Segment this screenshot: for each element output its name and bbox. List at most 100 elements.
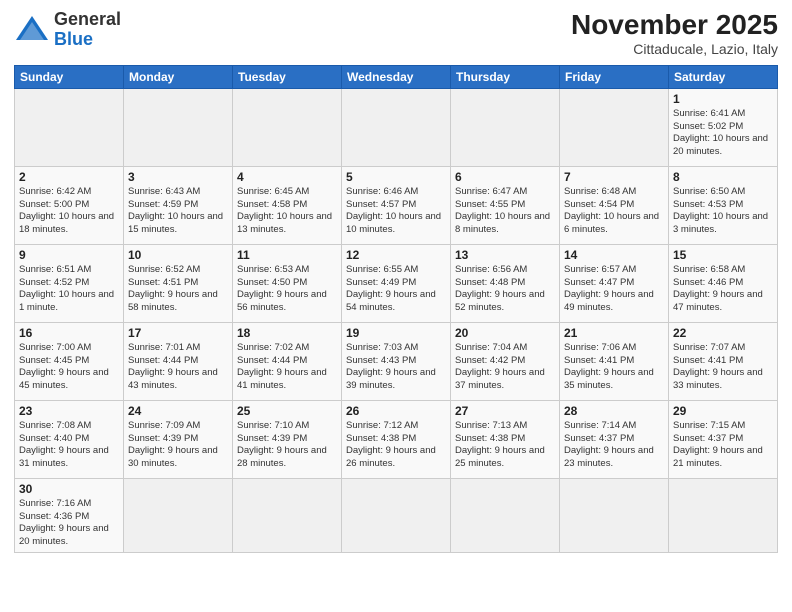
day-info: Sunrise: 7:10 AM Sunset: 4:39 PM Dayligh… xyxy=(237,420,337,471)
calendar-day-cell: 15 Sunrise: 6:58 AM Sunset: 4:46 PM Dayli… xyxy=(669,244,778,322)
calendar-day-cell: 26Sunrise: 7:12 AM Sunset: 4:38 PM Dayli… xyxy=(342,400,451,478)
weekday-header: Saturday xyxy=(669,65,778,88)
calendar-day-cell: 2 Sunrise: 6:42 AM Sunset: 5:00 PM Daylig… xyxy=(15,166,124,244)
calendar-day-cell xyxy=(669,478,778,552)
day-number: 12 xyxy=(346,248,446,262)
logo-icon xyxy=(14,12,50,48)
day-number: 18 xyxy=(237,326,337,340)
day-number: 22 xyxy=(673,326,773,340)
calendar-week-row: 2 Sunrise: 6:42 AM Sunset: 5:00 PM Daylig… xyxy=(15,166,778,244)
weekday-header: Monday xyxy=(124,65,233,88)
calendar-day-cell xyxy=(451,478,560,552)
day-number: 26 xyxy=(346,404,446,418)
day-info: Sunrise: 6:50 AM Sunset: 4:53 PM Dayligh… xyxy=(673,186,773,237)
calendar-day-cell: 16 Sunrise: 7:00 AM Sunset: 4:45 PM Dayli… xyxy=(15,322,124,400)
day-info: Sunrise: 7:13 AM Sunset: 4:38 PM Dayligh… xyxy=(455,420,555,471)
day-info: Sunrise: 6:57 AM Sunset: 4:47 PM Dayligh… xyxy=(564,264,664,315)
calendar-day-cell: 10 Sunrise: 6:52 AM Sunset: 4:51 PM Dayli… xyxy=(124,244,233,322)
day-info: Sunrise: 6:52 AM Sunset: 4:51 PM Dayligh… xyxy=(128,264,228,315)
page: General Blue November 2025 Cittaducale, … xyxy=(0,0,792,612)
day-info: Sunrise: 6:47 AM Sunset: 4:55 PM Dayligh… xyxy=(455,186,555,237)
day-info: Sunrise: 7:01 AM Sunset: 4:44 PM Dayligh… xyxy=(128,342,228,393)
day-info: Sunrise: 7:07 AM Sunset: 4:41 PM Dayligh… xyxy=(673,342,773,393)
calendar-day-cell: 4Sunrise: 6:45 AM Sunset: 4:58 PM Daylig… xyxy=(233,166,342,244)
logo-general: General xyxy=(54,10,121,30)
calendar-day-cell: 30Sunrise: 7:16 AM Sunset: 4:36 PM Dayli… xyxy=(15,478,124,552)
day-number: 11 xyxy=(237,248,337,262)
day-info: Sunrise: 6:58 AM Sunset: 4:46 PM Dayligh… xyxy=(673,264,773,315)
calendar-day-cell: 11 Sunrise: 6:53 AM Sunset: 4:50 PM Dayli… xyxy=(233,244,342,322)
day-info: Sunrise: 7:08 AM Sunset: 4:40 PM Dayligh… xyxy=(19,420,119,471)
calendar-week-row: 16 Sunrise: 7:00 AM Sunset: 4:45 PM Dayli… xyxy=(15,322,778,400)
day-number: 24 xyxy=(128,404,228,418)
month-title: November 2025 xyxy=(571,10,778,41)
day-info: Sunrise: 7:16 AM Sunset: 4:36 PM Dayligh… xyxy=(19,498,119,549)
logo-blue: Blue xyxy=(54,30,121,50)
calendar-day-cell: 3 Sunrise: 6:43 AM Sunset: 4:59 PM Daylig… xyxy=(124,166,233,244)
calendar-day-cell: 24Sunrise: 7:09 AM Sunset: 4:39 PM Dayli… xyxy=(124,400,233,478)
day-info: Sunrise: 6:53 AM Sunset: 4:50 PM Dayligh… xyxy=(237,264,337,315)
day-number: 7 xyxy=(564,170,664,184)
calendar-day-cell xyxy=(560,478,669,552)
calendar-day-cell: 12 Sunrise: 6:55 AM Sunset: 4:49 PM Dayli… xyxy=(342,244,451,322)
calendar-week-row: 1Sunrise: 6:41 AM Sunset: 5:02 PM Daylig… xyxy=(15,88,778,166)
day-number: 2 xyxy=(19,170,119,184)
calendar-day-cell xyxy=(233,88,342,166)
calendar-day-cell: 21 Sunrise: 7:06 AM Sunset: 4:41 PM Dayli… xyxy=(560,322,669,400)
calendar-day-cell xyxy=(124,88,233,166)
day-number: 4 xyxy=(237,170,337,184)
day-number: 21 xyxy=(564,326,664,340)
calendar-day-cell: 17 Sunrise: 7:01 AM Sunset: 4:44 PM Dayli… xyxy=(124,322,233,400)
calendar-day-cell: 6 Sunrise: 6:47 AM Sunset: 4:55 PM Daylig… xyxy=(451,166,560,244)
calendar-week-row: 23 Sunrise: 7:08 AM Sunset: 4:40 PM Dayli… xyxy=(15,400,778,478)
calendar-day-cell xyxy=(560,88,669,166)
day-number: 10 xyxy=(128,248,228,262)
calendar-day-cell: 27 Sunrise: 7:13 AM Sunset: 4:38 PM Dayli… xyxy=(451,400,560,478)
day-info: Sunrise: 6:55 AM Sunset: 4:49 PM Dayligh… xyxy=(346,264,446,315)
title-block: November 2025 Cittaducale, Lazio, Italy xyxy=(571,10,778,57)
day-number: 16 xyxy=(19,326,119,340)
calendar-day-cell: 1Sunrise: 6:41 AM Sunset: 5:02 PM Daylig… xyxy=(669,88,778,166)
day-number: 25 xyxy=(237,404,337,418)
day-number: 13 xyxy=(455,248,555,262)
calendar-day-cell xyxy=(124,478,233,552)
calendar-day-cell: 23 Sunrise: 7:08 AM Sunset: 4:40 PM Dayli… xyxy=(15,400,124,478)
day-number: 15 xyxy=(673,248,773,262)
day-info: Sunrise: 7:00 AM Sunset: 4:45 PM Dayligh… xyxy=(19,342,119,393)
calendar-day-cell xyxy=(342,478,451,552)
day-info: Sunrise: 6:42 AM Sunset: 5:00 PM Dayligh… xyxy=(19,186,119,237)
weekday-header: Friday xyxy=(560,65,669,88)
day-info: Sunrise: 6:48 AM Sunset: 4:54 PM Dayligh… xyxy=(564,186,664,237)
day-info: Sunrise: 6:43 AM Sunset: 4:59 PM Dayligh… xyxy=(128,186,228,237)
day-info: Sunrise: 6:41 AM Sunset: 5:02 PM Dayligh… xyxy=(673,108,773,159)
calendar-day-cell xyxy=(451,88,560,166)
location: Cittaducale, Lazio, Italy xyxy=(571,41,778,57)
calendar-day-cell: 28Sunrise: 7:14 AM Sunset: 4:37 PM Dayli… xyxy=(560,400,669,478)
day-number: 27 xyxy=(455,404,555,418)
calendar-day-cell xyxy=(233,478,342,552)
calendar-day-cell: 25 Sunrise: 7:10 AM Sunset: 4:39 PM Dayli… xyxy=(233,400,342,478)
calendar-day-cell: 7 Sunrise: 6:48 AM Sunset: 4:54 PM Daylig… xyxy=(560,166,669,244)
calendar-day-cell: 14Sunrise: 6:57 AM Sunset: 4:47 PM Dayli… xyxy=(560,244,669,322)
day-info: Sunrise: 6:56 AM Sunset: 4:48 PM Dayligh… xyxy=(455,264,555,315)
logo-text: General Blue xyxy=(54,10,121,50)
calendar-day-cell: 22 Sunrise: 7:07 AM Sunset: 4:41 PM Dayli… xyxy=(669,322,778,400)
header: General Blue November 2025 Cittaducale, … xyxy=(14,10,778,57)
day-info: Sunrise: 7:06 AM Sunset: 4:41 PM Dayligh… xyxy=(564,342,664,393)
weekday-header: Thursday xyxy=(451,65,560,88)
day-info: Sunrise: 6:51 AM Sunset: 4:52 PM Dayligh… xyxy=(19,264,119,315)
day-number: 17 xyxy=(128,326,228,340)
day-number: 9 xyxy=(19,248,119,262)
day-info: Sunrise: 6:46 AM Sunset: 4:57 PM Dayligh… xyxy=(346,186,446,237)
day-number: 23 xyxy=(19,404,119,418)
weekday-header: Tuesday xyxy=(233,65,342,88)
day-info: Sunrise: 7:03 AM Sunset: 4:43 PM Dayligh… xyxy=(346,342,446,393)
weekday-header: Sunday xyxy=(15,65,124,88)
logo: General Blue xyxy=(14,10,121,50)
day-number: 3 xyxy=(128,170,228,184)
day-number: 20 xyxy=(455,326,555,340)
day-number: 6 xyxy=(455,170,555,184)
calendar-day-cell: 9 Sunrise: 6:51 AM Sunset: 4:52 PM Daylig… xyxy=(15,244,124,322)
calendar-day-cell xyxy=(15,88,124,166)
day-number: 8 xyxy=(673,170,773,184)
